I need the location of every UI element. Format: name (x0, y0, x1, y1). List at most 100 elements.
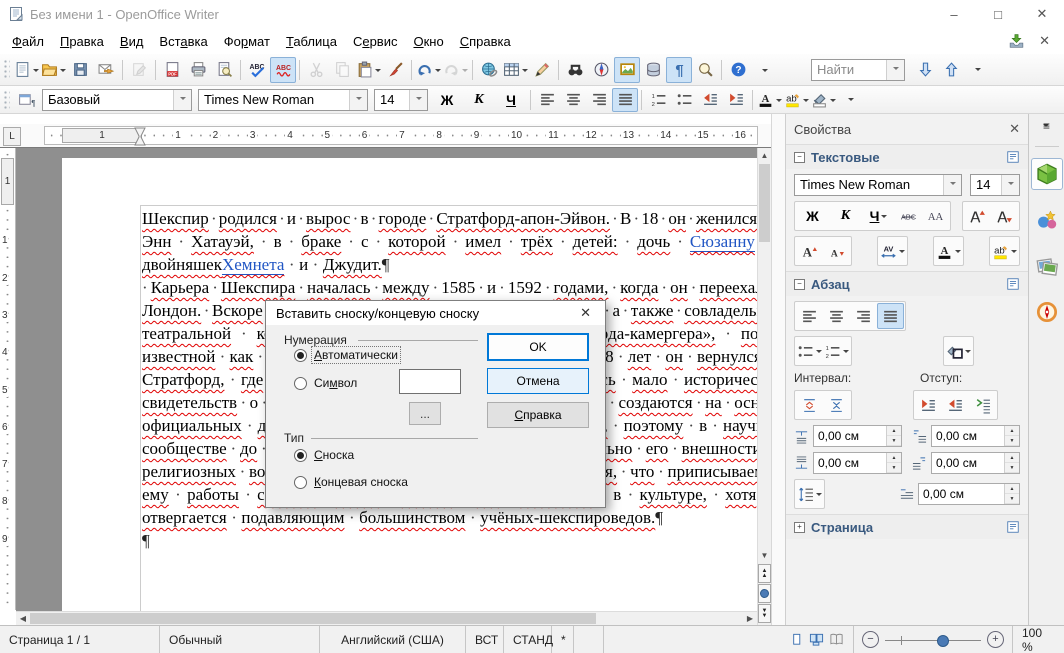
maximize-button[interactable]: □ (976, 0, 1020, 28)
menu-window[interactable]: Окно (405, 30, 451, 53)
toolbar-options-button[interactable] (751, 57, 777, 83)
menu-table[interactable]: Таблица (278, 30, 345, 53)
zoom-slider-track[interactable] (885, 633, 981, 647)
save-button[interactable] (67, 57, 93, 83)
find-replace-button[interactable] (562, 57, 588, 83)
character-radio-label[interactable]: Символ (312, 375, 359, 391)
spinner-arrows[interactable]: ▲▼ (886, 453, 901, 473)
spinner-arrows[interactable]: ▲▼ (1004, 453, 1019, 473)
draw-functions-button[interactable] (529, 57, 555, 83)
endnote-radio-label[interactable]: Концевая сноска (312, 474, 410, 490)
page-style[interactable]: Обычный (160, 626, 320, 653)
spinner-arrows[interactable]: ▲▼ (1004, 426, 1019, 446)
styles-dialog-button[interactable]: ¶ (13, 88, 39, 112)
tab-navigator[interactable] (1031, 296, 1063, 328)
horizontal-ruler[interactable]: L 1 12345678910111213141516 (0, 124, 771, 148)
horizontal-scrollbar[interactable]: ◀ ▶ (16, 611, 757, 625)
menu-file[interactable]: Файл (4, 30, 52, 53)
zoom-in-button[interactable]: + (987, 631, 1004, 648)
zoom-slider-thumb[interactable] (937, 635, 949, 647)
menu-insert[interactable]: Вставка (151, 30, 215, 53)
zoom-button[interactable] (692, 57, 718, 83)
subscript-button[interactable] (991, 203, 1018, 229)
character-spacing-button[interactable]: AV (879, 238, 906, 264)
align-left-button[interactable] (534, 88, 560, 112)
edit-file-button[interactable] (126, 57, 152, 83)
endnote-radio[interactable] (294, 476, 307, 489)
before-indent-spinner[interactable]: 0,00 см ▲▼ (931, 425, 1020, 447)
close-button[interactable]: ✕ (1020, 0, 1064, 28)
sidebar-font-name-combo[interactable]: Times New Roman (794, 174, 962, 196)
increase-indent-button[interactable] (723, 88, 749, 112)
footnote-radio[interactable] (294, 449, 307, 462)
find-toolbar-options-button[interactable] (964, 56, 990, 82)
table-button[interactable] (502, 57, 529, 83)
scroll-left-icon[interactable]: ◀ (16, 612, 30, 625)
help-button[interactable]: ? (725, 57, 751, 83)
selection-mode[interactable]: СТАНД (504, 626, 552, 653)
formatting-marks-button[interactable]: ¶ (666, 57, 692, 83)
underline-button[interactable]: Ч (862, 203, 895, 229)
font-size-combo[interactable]: 14 (374, 89, 428, 111)
print-button[interactable] (185, 57, 211, 83)
bold-button[interactable]: Ж (796, 203, 829, 229)
below-spacing-spinner[interactable]: 0,00 см ▲▼ (813, 452, 902, 474)
scroll-right-icon[interactable]: ▶ (743, 612, 757, 625)
align-left-button[interactable] (796, 303, 823, 329)
align-right-button[interactable] (586, 88, 612, 112)
scroll-down-icon[interactable]: ▼ (758, 548, 771, 562)
sidebar-font-size-combo[interactable]: 14 (970, 174, 1020, 196)
italic-button[interactable]: К (829, 203, 862, 229)
grow-font-button[interactable]: А (796, 238, 823, 264)
find-input[interactable]: Найти (811, 59, 905, 81)
footnote-radio-label[interactable]: Сноска (312, 447, 356, 463)
horizontal-scrollbar-thumb[interactable] (30, 613, 596, 624)
tab-properties[interactable] (1031, 158, 1063, 190)
find-dropdown[interactable] (886, 60, 904, 80)
tab-gallery[interactable] (1031, 250, 1063, 282)
underline-button[interactable]: Ч (495, 88, 527, 112)
navigation-button[interactable] (758, 584, 771, 603)
update-available-icon[interactable] (1008, 33, 1025, 50)
above-spacing-spinner[interactable]: 0,00 см ▲▼ (813, 425, 902, 447)
previous-page-button[interactable]: ▲▲ (758, 564, 771, 583)
menu-tools[interactable]: Сервис (345, 30, 406, 53)
numbered-list-button[interactable]: 12 (645, 88, 671, 112)
highlighting-button[interactable]: ab (783, 88, 810, 112)
data-sources-button[interactable] (640, 57, 666, 83)
zoom-out-button[interactable]: − (862, 631, 879, 648)
spinner-arrows[interactable]: ▲▼ (1004, 484, 1019, 504)
background-color-button[interactable] (810, 88, 837, 112)
section-page[interactable]: + Страница (786, 514, 1028, 539)
find-previous-button[interactable] (938, 57, 964, 83)
decrease-spacing-button[interactable] (823, 392, 850, 418)
vertical-scrollbar[interactable]: ▲ ▼ ▲▲ ▼▼ (757, 148, 771, 625)
decrease-indent-button[interactable] (697, 88, 723, 112)
menu-edit[interactable]: Правка (52, 30, 112, 53)
clone-formatting-button[interactable] (382, 57, 408, 83)
export-pdf-button[interactable]: PDF (159, 57, 185, 83)
cut-button[interactable] (303, 57, 329, 83)
collapse-icon[interactable]: − (794, 279, 805, 290)
hyperlink-button[interactable] (476, 57, 502, 83)
expand-icon[interactable]: + (794, 522, 805, 533)
font-name-combo-arrow[interactable] (349, 90, 367, 110)
find-next-button[interactable] (912, 57, 938, 83)
numbered-list-button[interactable]: 12 (823, 338, 850, 364)
menu-view[interactable]: Вид (112, 30, 152, 53)
text-language[interactable]: Английский (США) (320, 626, 466, 653)
font-color-button[interactable]: А (756, 88, 783, 112)
open-button[interactable] (40, 57, 67, 83)
minimize-button[interactable]: – (932, 0, 976, 28)
signature-cell[interactable] (574, 626, 604, 653)
browse-button[interactable]: ... (409, 402, 441, 425)
bullet-list-button[interactable] (796, 338, 823, 364)
help-button[interactable]: Справка (487, 402, 589, 428)
spinner-arrows[interactable]: ▲▼ (886, 426, 901, 446)
cancel-button[interactable]: Отмена (487, 368, 589, 394)
first-line-indent-spinner[interactable]: 0,00 см ▲▼ (918, 483, 1020, 505)
book-view-icon[interactable] (829, 632, 844, 647)
indent-marker-icon[interactable] (134, 127, 146, 146)
undo-button[interactable] (415, 57, 442, 83)
new-document-button[interactable] (13, 57, 40, 83)
